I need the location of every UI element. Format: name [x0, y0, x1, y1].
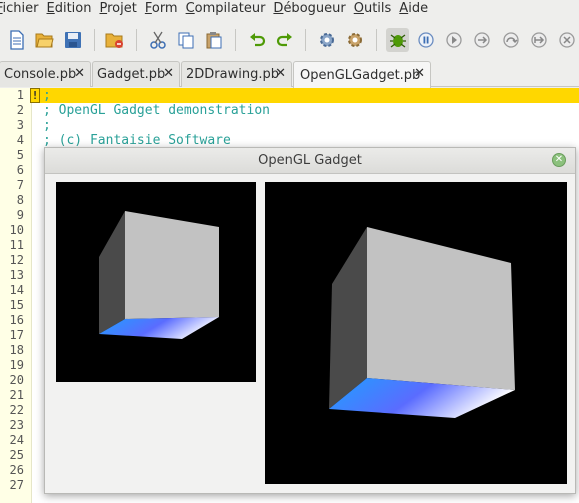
- line-number: 8: [16, 193, 24, 207]
- line-number: 23: [9, 418, 24, 432]
- toolbar-separator: [136, 29, 138, 51]
- line-number: 26: [9, 463, 24, 477]
- current-line-highlight: [32, 88, 579, 103]
- new-file-icon[interactable]: [5, 28, 28, 52]
- save-icon[interactable]: [62, 28, 85, 52]
- menu-edition[interactable]: Edition: [47, 0, 100, 18]
- line-number: 22: [9, 403, 24, 417]
- tab-label: Gadget.pb: [97, 67, 166, 82]
- code-line: ;: [43, 88, 51, 103]
- open-file-icon[interactable]: [33, 28, 56, 52]
- line-number: 18: [9, 343, 24, 357]
- line-number: 25: [9, 448, 24, 462]
- line-number: 14: [9, 283, 24, 297]
- line-number: 2: [16, 103, 24, 117]
- menu-form[interactable]: Form: [145, 0, 186, 18]
- close-icon[interactable]: ✕: [163, 67, 174, 81]
- line-number: 13: [9, 268, 24, 282]
- line-number: 11: [9, 238, 24, 252]
- line-number: 21: [9, 388, 24, 402]
- line-number: 24: [9, 433, 24, 447]
- code-line: ; OpenGL Gadget demonstration: [43, 103, 270, 118]
- line-number: 1: [16, 88, 24, 102]
- warning-marker: !: [30, 88, 40, 103]
- menu-bar: Fichier Edition Projet Form Compilateur …: [0, 0, 579, 18]
- toolbar-separator: [375, 29, 377, 51]
- line-number: 6: [16, 163, 24, 177]
- step-icon[interactable]: [471, 28, 494, 52]
- line-number: 9: [16, 208, 24, 222]
- build-icon[interactable]: [344, 28, 367, 52]
- window-title[interactable]: OpenGL Gadget: [45, 148, 575, 174]
- menu-compilateur[interactable]: Compilateur: [186, 0, 274, 18]
- opengl-gadget-small[interactable]: [56, 182, 256, 382]
- close-icon[interactable]: ✕: [74, 67, 85, 81]
- line-number: 12: [9, 253, 24, 267]
- close-icon[interactable]: ✕: [275, 67, 286, 81]
- toolbar-separator: [305, 29, 307, 51]
- line-number: 27: [9, 478, 24, 492]
- stop-icon[interactable]: [443, 28, 466, 52]
- kill-icon[interactable]: [556, 28, 579, 52]
- line-number-gutter: 1 2 3 4 5 6 7 8 9 10 11 12 13 14 15 16 1…: [0, 88, 32, 503]
- opengl-gadget-window: OpenGL Gadget ✕: [44, 147, 576, 494]
- tab-2ddrawing[interactable]: 2DDrawing.pb ✕: [181, 61, 292, 87]
- tab-label: Console.pb: [4, 67, 77, 82]
- line-number: 20: [9, 373, 24, 387]
- step-over-icon[interactable]: [499, 28, 522, 52]
- line-number: 3: [16, 118, 24, 132]
- tab-gadget[interactable]: Gadget.pb ✕: [92, 61, 180, 87]
- menu-aide[interactable]: Aide: [399, 0, 436, 18]
- cube-render-large: [329, 227, 515, 418]
- line-number: 16: [9, 313, 24, 327]
- code-line: ;: [43, 118, 51, 133]
- step-out-icon[interactable]: [527, 28, 550, 52]
- menu-projet[interactable]: Projet: [99, 0, 144, 18]
- close-window-button[interactable]: ✕: [552, 153, 566, 167]
- code-line: ; (c) Fantaisie Software: [43, 133, 231, 148]
- tab-label: OpenGLGadget.pb: [300, 67, 421, 83]
- copy-icon[interactable]: [174, 28, 197, 52]
- toolbar-separator: [93, 29, 95, 51]
- paste-icon[interactable]: [203, 28, 226, 52]
- pause-icon[interactable]: [414, 28, 437, 52]
- cut-icon[interactable]: [146, 28, 169, 52]
- opengl-gadget-large[interactable]: [265, 182, 567, 484]
- cube-render-small: [99, 211, 219, 339]
- line-number: 4: [16, 133, 24, 147]
- line-number: 5: [16, 148, 24, 162]
- tab-console[interactable]: Console.pb ✕: [0, 61, 91, 87]
- menu-outils[interactable]: Outils: [354, 0, 400, 18]
- menu-debogueur[interactable]: Débogueur: [273, 0, 353, 18]
- toolbar-separator: [234, 29, 236, 51]
- undo-icon[interactable]: [245, 28, 268, 52]
- line-number: 19: [9, 358, 24, 372]
- close-file-icon[interactable]: [104, 28, 127, 52]
- debugger-icon[interactable]: [385, 28, 410, 52]
- tab-bar: Console.pb ✕ Gadget.pb ✕ 2DDrawing.pb ✕ …: [0, 61, 579, 88]
- line-number: 15: [9, 298, 24, 312]
- line-number: 7: [16, 178, 24, 192]
- redo-icon[interactable]: [273, 28, 296, 52]
- compile-icon[interactable]: [315, 28, 338, 52]
- toolbar: [0, 24, 579, 56]
- tab-label: 2DDrawing.pb: [186, 67, 279, 82]
- tab-openglgadget[interactable]: OpenGLGadget.pb ✕: [293, 61, 431, 88]
- menu-fichier[interactable]: Fichier: [0, 0, 47, 18]
- line-number: 17: [9, 328, 24, 342]
- close-icon[interactable]: ✕: [414, 67, 425, 81]
- line-number: 10: [9, 223, 24, 237]
